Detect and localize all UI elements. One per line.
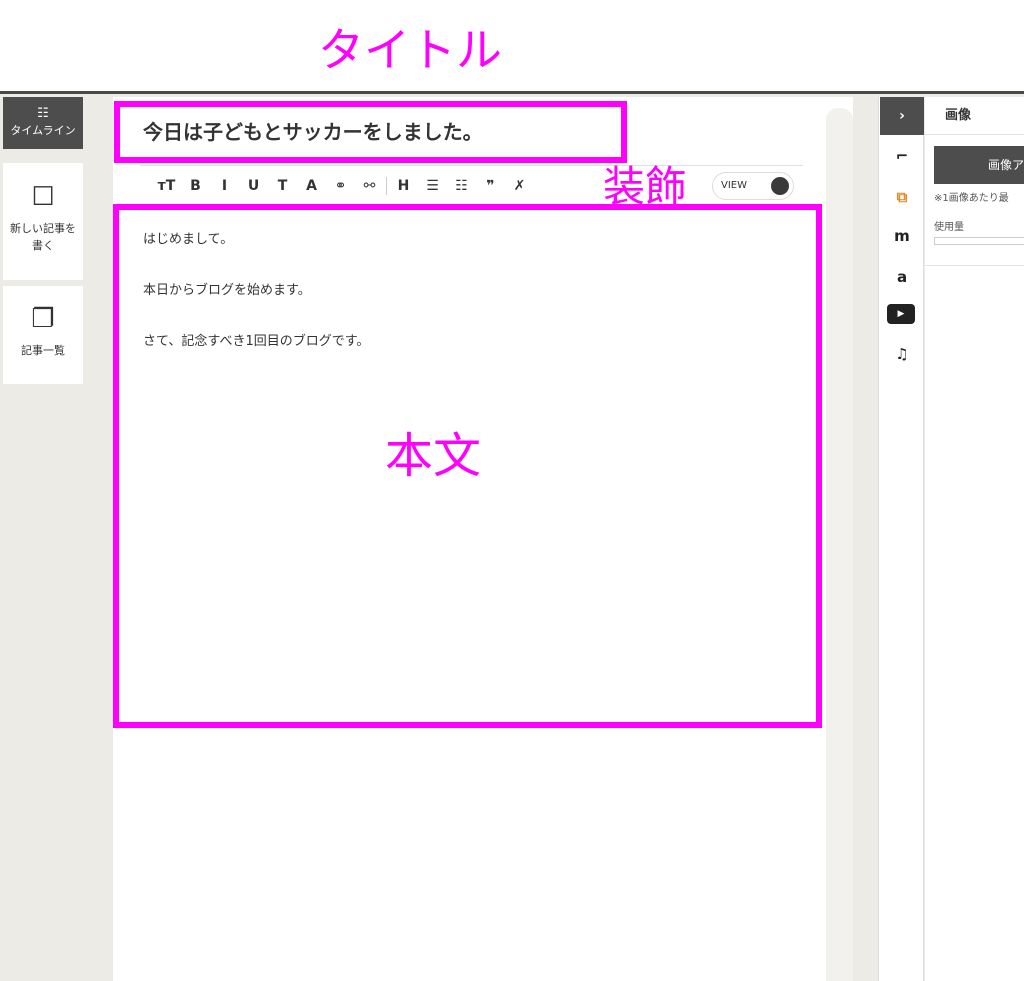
youtube-icon[interactable]: ▶ — [887, 304, 915, 324]
add-image-button[interactable]: 画像ア — [934, 146, 1024, 184]
chevron-right-icon: › — [899, 108, 905, 124]
view-toggle[interactable]: VIEW — [712, 172, 794, 200]
annotation-decoration: 装飾 — [603, 162, 688, 211]
documents-icon: ❐ — [31, 304, 55, 334]
sidebar-timeline-label: タイムライン — [10, 124, 76, 137]
quote-icon[interactable]: ❞ — [476, 175, 505, 197]
format-toolbar: тT B I U T A ⚭ ⚯ H ☰ ☷ ❞ ✗ — [152, 175, 534, 197]
italic-icon[interactable]: I — [210, 175, 239, 197]
annotation-title: タイトル — [318, 23, 502, 77]
image-panel: 画像 画像ア ※1画像あたり最 使用量 — [925, 97, 1024, 981]
sidebar-timeline-button[interactable]: ☷ タイムライン — [3, 97, 83, 149]
amazon-icon[interactable]: a — [880, 267, 924, 287]
sidebar-new-post-button[interactable]: ☐ 新しい記事を書く — [3, 163, 83, 280]
link-icon[interactable]: ⚭ — [326, 175, 355, 197]
sidebar-new-post-label: 新しい記事を書く — [10, 222, 76, 252]
sidebar-post-list-label: 記事一覧 — [21, 344, 65, 357]
panel-divider — [925, 134, 1024, 135]
text-color-icon[interactable]: A — [297, 175, 326, 197]
collapse-panel-button[interactable]: › — [880, 97, 924, 135]
unlink-icon[interactable]: ⚯ — [355, 175, 384, 197]
usage-bar — [934, 237, 1024, 245]
underline-icon[interactable]: U — [239, 175, 268, 197]
image-size-note: ※1画像あたり最 — [934, 193, 1009, 204]
strikethrough-icon[interactable]: T — [268, 175, 297, 197]
view-toggle-label: VIEW — [721, 180, 747, 191]
music-icon[interactable]: ♫ — [880, 344, 924, 364]
bullet-list-icon[interactable]: ☷ — [447, 175, 476, 197]
image-panel-title: 画像 — [945, 108, 972, 123]
editor-scrollbar[interactable] — [826, 108, 853, 981]
font-size-icon[interactable]: тT — [152, 175, 181, 197]
clear-format-icon[interactable]: ✗ — [505, 175, 534, 197]
bold-icon[interactable]: B — [181, 175, 210, 197]
toolbar-separator — [386, 177, 387, 195]
toolbar-divider — [140, 165, 803, 166]
view-toggle-knob — [771, 177, 789, 195]
sidebar-post-list-button[interactable]: ❐ 記事一覧 — [3, 286, 83, 384]
panel-divider — [925, 265, 1024, 266]
edit-icon: ☐ — [31, 182, 55, 212]
usage-label: 使用量 — [934, 222, 964, 233]
annotation-title-box — [114, 101, 627, 163]
mercari-icon[interactable]: m — [880, 226, 924, 246]
ordered-list-icon[interactable]: ☰ — [418, 175, 447, 197]
timeline-icon: ☷ — [37, 106, 49, 121]
heading-icon[interactable]: H — [389, 175, 418, 197]
frame-icon[interactable]: ⌐ — [880, 146, 924, 166]
image-gallery-icon[interactable]: ⧉ — [880, 187, 924, 207]
annotation-body-box — [113, 204, 822, 728]
